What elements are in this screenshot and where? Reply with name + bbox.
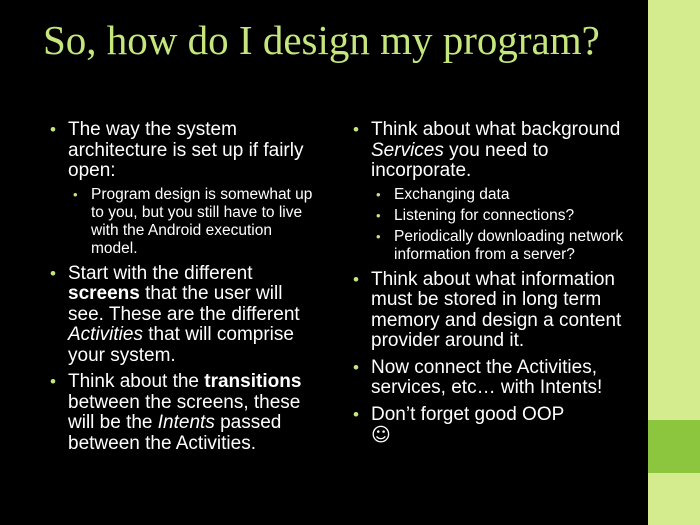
bullet-screens-text-1: Start with the different — [68, 262, 253, 284]
bullet-oop-text: Don’t forget good OOP — [371, 403, 565, 425]
slide-title: So, how do I design my program? — [43, 17, 600, 63]
left-bullet-list: The way the system architecture is set u… — [50, 119, 320, 460]
bullet-architecture: The way the system architecture is set u… — [50, 119, 320, 258]
bullet-transitions-bold: transitions — [204, 371, 302, 392]
sub-bullet-program-design: Program design is somewhat up to you, bu… — [68, 186, 320, 258]
side-color-bar-accent — [648, 420, 700, 473]
bullet-architecture-text: The way the system architecture is set u… — [68, 119, 304, 181]
smiley-icon: ☺ — [371, 424, 391, 446]
sub-bullet-listening: Listening for connections? — [371, 207, 643, 225]
bullet-services: Think about what background Services you… — [353, 119, 643, 264]
bullet-oop: Don’t forget good OOP☺ — [353, 403, 643, 447]
bullet-intents: Now connect the Activities, services, et… — [353, 357, 643, 399]
right-bullet-list: Think about what background Services you… — [353, 119, 643, 453]
bullet-transitions-text-1: Think about the — [68, 371, 205, 392]
services-sub-bullet-list: Exchanging data Listening for connection… — [371, 186, 643, 264]
bullet-screens-bold: screens — [68, 283, 140, 304]
bullet-transitions: Think about the transitions between the … — [50, 371, 320, 454]
bullet-content-provider: Think about what information must be sto… — [353, 269, 643, 352]
bullet-services-italic: Services — [371, 139, 444, 161]
sub-bullet-downloading: Periodically downloading network informa… — [371, 228, 643, 264]
bullet-transitions-italic: Intents — [157, 412, 215, 433]
bullet-screens-italic: Activities — [68, 324, 143, 345]
bullet-screens: Start with the different screens that th… — [50, 262, 320, 367]
bullet-services-text-1: Think about what background — [371, 119, 621, 140]
sub-bullet-exchanging-data: Exchanging data — [371, 186, 643, 204]
sub-bullet-list: Program design is somewhat up to you, bu… — [68, 186, 320, 258]
